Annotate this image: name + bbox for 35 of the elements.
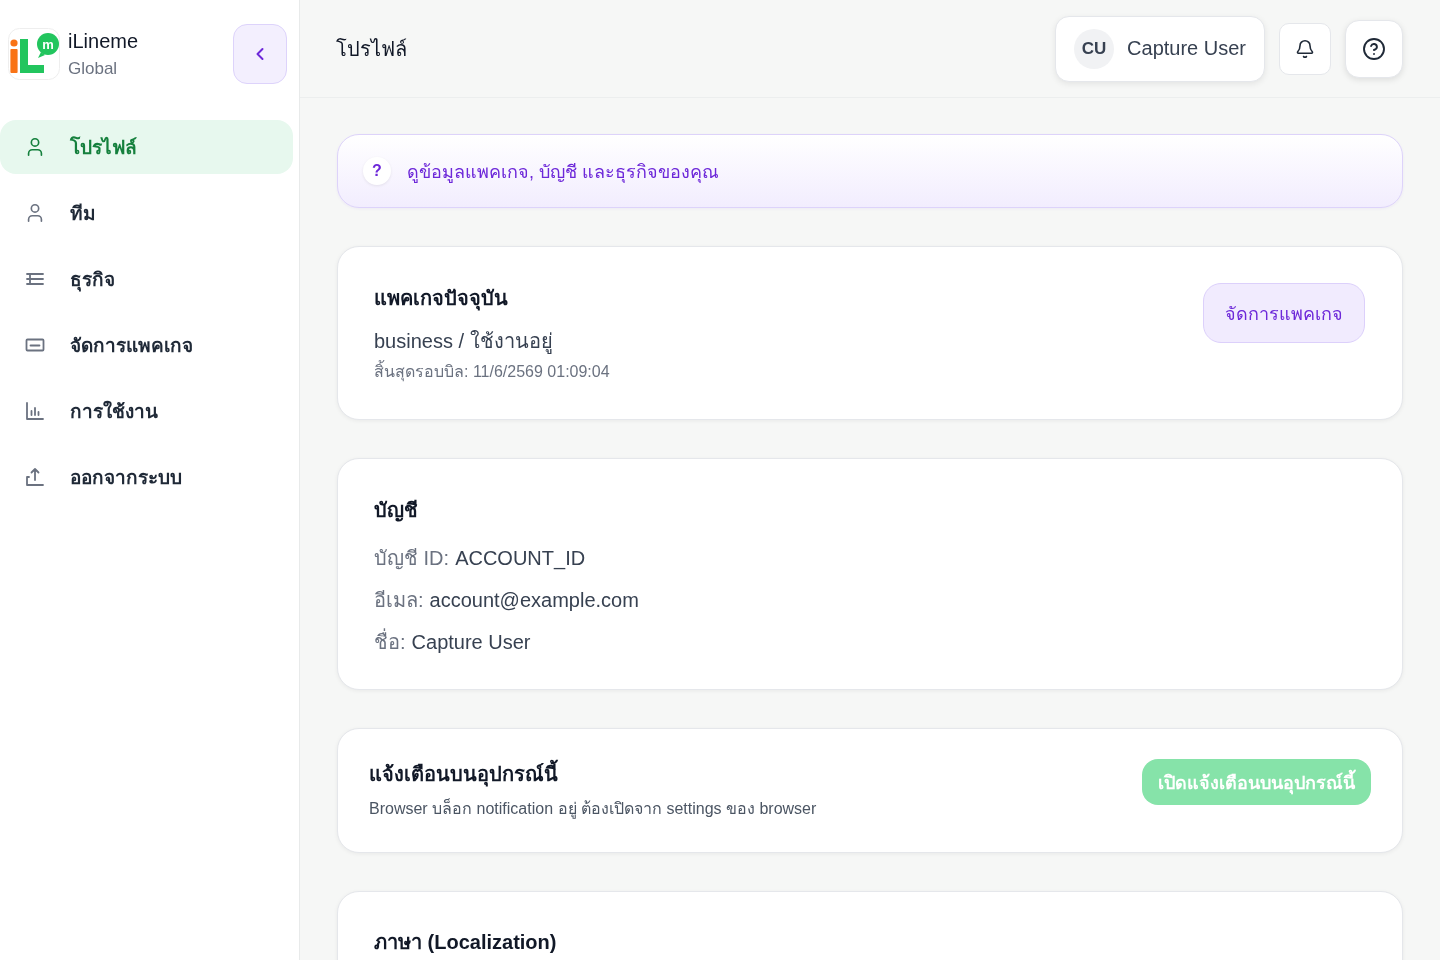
bar-chart-icon — [24, 400, 46, 422]
field-value: Capture User — [411, 630, 531, 655]
package-status: business / ใช้งานอยู่ — [374, 329, 554, 356]
sidebar-nav-item[interactable]: ออกจากระบบ — [0, 450, 293, 504]
billing-end-date: สิ้นสุดรอบบิล: 11/6/2569 01:09:04 — [374, 360, 1203, 384]
avatar-initials: CU — [1074, 28, 1115, 69]
help-button[interactable] — [1345, 19, 1403, 78]
card-title: แจ้งเตือนบนอุปกรณ์นี้ — [369, 760, 1142, 788]
brand-name: iLineme — [68, 29, 140, 54]
notifications-button[interactable] — [1279, 22, 1331, 75]
sidebar-nav-item[interactable]: การใช้งาน — [0, 384, 293, 438]
manage-package-button[interactable]: จัดการแพคเกจ — [1203, 283, 1365, 343]
card-description: Browser บล็อก notification อยู่ ต้องเปิดจาก settings ของ browser — [369, 798, 818, 820]
field-label: บัญชี ID: — [374, 546, 450, 572]
help-icon — [1362, 36, 1386, 61]
field-value: ACCOUNT_ID — [455, 546, 586, 572]
sidebar-nav-item[interactable]: โปรไฟล์ — [0, 120, 293, 174]
field-label: ชื่อ: — [374, 627, 406, 657]
sidebar-nav-item[interactable]: ธุรกิจ — [0, 252, 293, 306]
field-value: account@example.com — [429, 588, 639, 613]
page-title: โปรไฟล์ — [336, 36, 408, 62]
user-name: Capture User — [1127, 37, 1246, 60]
field-label: อีเมล: — [374, 588, 424, 613]
card-title: แพคเกจปัจจุบัน — [374, 286, 509, 312]
logo-icon: m — [8, 28, 60, 80]
sidebar-nav-item[interactable]: จัดการแพคเกจ — [0, 318, 293, 372]
card-title: บัญชี — [374, 498, 419, 524]
upload-icon — [24, 466, 46, 488]
question-mark: ? — [363, 157, 391, 185]
banner-text: ดูข้อมูลแพคเกจ, บัญชี และธุรกิจของคุณ — [407, 160, 719, 185]
user-menu-button[interactable]: CU Capture User — [1055, 15, 1265, 82]
sidebar-nav-item[interactable]: ทีม — [0, 186, 293, 240]
card-title: ภาษา (Localization) — [374, 930, 558, 954]
bell-icon — [1295, 38, 1315, 59]
brand-subtitle: Global — [68, 58, 119, 80]
